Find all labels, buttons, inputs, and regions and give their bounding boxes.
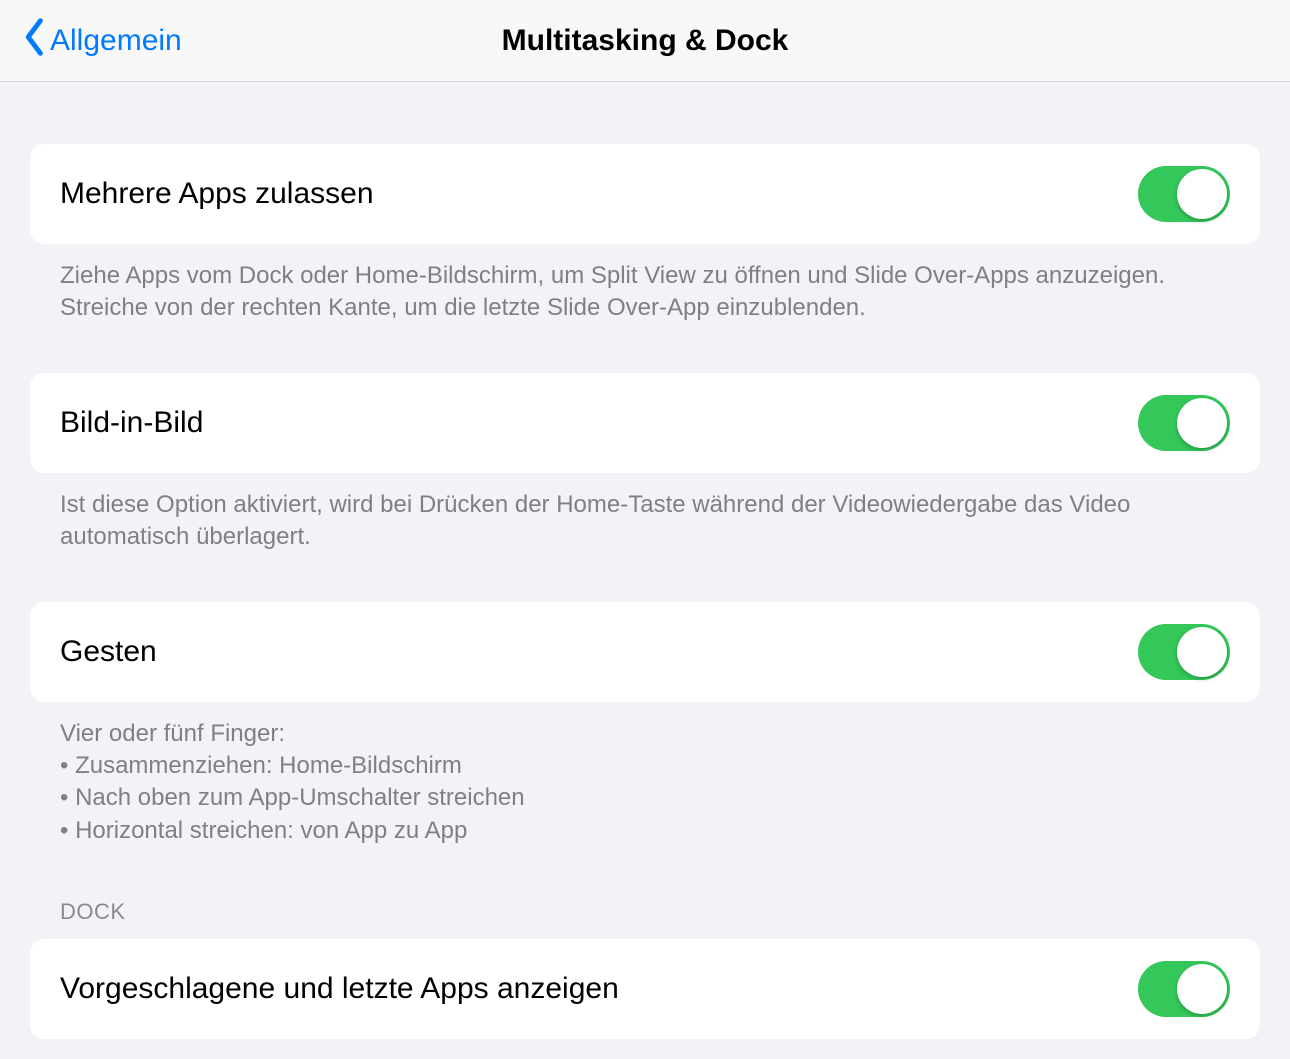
cell-multiple-apps: Mehrere Apps zulassen [30, 144, 1260, 244]
cell-pip: Bild-in-Bild [30, 373, 1260, 473]
footer-multiple-apps: Ziehe Apps vom Dock oder Home-Bildschirm… [60, 260, 1230, 325]
gestures-footer-bullet2: • Nach oben zum App-Umschalter streichen [60, 782, 1230, 814]
footer-gestures: Vier oder fünf Finger: • Zusammenziehen:… [60, 718, 1230, 848]
back-button[interactable]: Allgemein [22, 18, 182, 64]
switch-gestures[interactable] [1138, 624, 1230, 680]
cell-label-dock-suggested: Vorgeschlagene und letzte Apps anzeigen [60, 972, 619, 1006]
group-gestures: Gesten Vier oder fünf Finger: • Zusammen… [30, 602, 1260, 848]
cell-label-gestures: Gesten [60, 635, 157, 669]
gestures-footer-bullet1: • Zusammenziehen: Home-Bildschirm [60, 750, 1230, 782]
cell-label-pip: Bild-in-Bild [60, 406, 203, 440]
cell-dock-suggested: Vorgeschlagene und letzte Apps anzeigen [30, 939, 1260, 1039]
chevron-left-icon [22, 18, 48, 64]
group-multiple-apps: Mehrere Apps zulassen Ziehe Apps vom Doc… [30, 144, 1260, 325]
page-title: Multitasking & Dock [502, 24, 789, 58]
cell-label-multiple-apps: Mehrere Apps zulassen [60, 177, 374, 211]
cell-gestures: Gesten [30, 602, 1260, 702]
footer-pip: Ist diese Option aktiviert, wird bei Drü… [60, 489, 1230, 554]
navigation-bar: Allgemein Multitasking & Dock [0, 0, 1290, 82]
switch-pip[interactable] [1138, 395, 1230, 451]
group-dock: DOCK Vorgeschlagene und letzte Apps anze… [30, 899, 1260, 1039]
gestures-footer-bullet3: • Horizontal streichen: von App zu App [60, 815, 1230, 847]
gestures-footer-intro: Vier oder fünf Finger: [60, 718, 1230, 750]
group-pip: Bild-in-Bild Ist diese Option aktiviert,… [30, 373, 1260, 554]
settings-content: Mehrere Apps zulassen Ziehe Apps vom Doc… [0, 144, 1290, 1039]
switch-multiple-apps[interactable] [1138, 166, 1230, 222]
section-header-dock: DOCK [60, 899, 1260, 925]
switch-dock-suggested[interactable] [1138, 961, 1230, 1017]
back-label: Allgemein [50, 24, 182, 58]
